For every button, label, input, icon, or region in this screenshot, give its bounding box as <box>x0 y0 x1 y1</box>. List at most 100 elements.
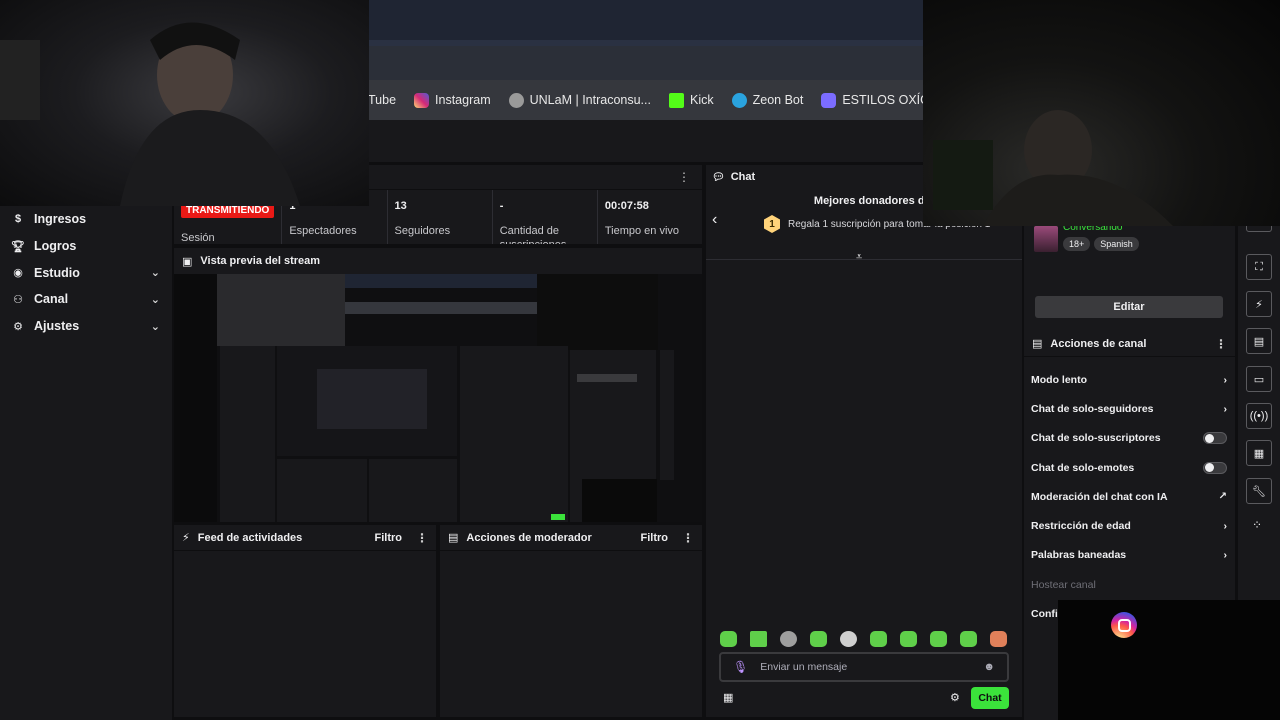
browser-page-top <box>368 120 924 162</box>
subscribers-only-toggle[interactable] <box>1203 432 1227 445</box>
channel-actions: ▤ Acciones de canal ⋮ Modo lento › Chat d… <box>1024 331 1235 629</box>
lightning-icon[interactable]: ⚡︎ <box>1246 291 1272 317</box>
sidebar-item-ajustes[interactable]: ⚙ Ajustes ⌄ <box>0 313 172 340</box>
action-palabras-baneadas[interactable]: Palabras baneadas › <box>1024 541 1235 570</box>
more-options-icon[interactable]: ⋮ <box>682 531 694 545</box>
sidebar-item-estudio[interactable]: ◉ Estudio ⌄ <box>0 259 172 286</box>
studio-icon: ◉ <box>13 267 23 280</box>
action-solo-seguidores[interactable]: Chat de solo-seguidores › <box>1024 394 1235 423</box>
bookmark-zeon-bot[interactable]: Zeon Bot <box>731 92 803 108</box>
emote-icon[interactable] <box>720 631 737 647</box>
bookmark-instagram[interactable]: Instagram <box>414 92 491 108</box>
mod-filter-button[interactable]: Filtro <box>641 532 669 544</box>
instagram-icon <box>1111 612 1137 638</box>
chat-bubble-icon[interactable]: ▭ <box>1246 366 1272 392</box>
action-modo-lento[interactable]: Modo lento › <box>1024 365 1235 394</box>
bookmark-estilos[interactable]: ESTILOS OXÍGENO <box>821 92 924 108</box>
gear-icon[interactable]: ⚙ <box>950 691 960 704</box>
action-solo-suscriptores: Chat de solo-suscriptores <box>1024 424 1235 453</box>
chat-send-button[interactable]: Chat <box>971 687 1009 709</box>
telegram-icon <box>731 92 747 108</box>
emote-icon[interactable] <box>840 631 857 647</box>
document-icon: ▤ <box>1032 338 1043 350</box>
rank-badge: 1 <box>764 215 780 233</box>
more-options-icon[interactable]: ⋮ <box>416 531 428 545</box>
tag-pill[interactable]: Spanish <box>1094 237 1139 251</box>
emote-icon[interactable] <box>780 631 797 647</box>
more-options-icon[interactable]: ⋮ <box>1215 337 1227 351</box>
heart-icon <box>821 92 837 108</box>
gear-icon: ⚙ <box>13 320 23 333</box>
chevron-left-icon[interactable]: ‹ <box>712 211 717 229</box>
emoji-icon[interactable]: ☻ <box>983 661 995 673</box>
preview-icon: ▣ <box>182 255 193 268</box>
chevron-right-icon: › <box>1223 402 1228 415</box>
microphone-icon[interactable]: 🎙︎ <box>733 660 748 674</box>
bookmarks-bar: Tube Instagram UNLaM | Intraconsu... Kic… <box>368 80 924 120</box>
broadcast-icon[interactable]: ((•)) <box>1246 403 1272 429</box>
chat-bubble-icon: 💬︎ <box>712 171 725 183</box>
chat-divider <box>706 259 1022 260</box>
emotes-only-toggle[interactable] <box>1203 461 1227 474</box>
money-icon: $ <box>14 213 22 226</box>
tag-pill[interactable]: 18+ <box>1063 237 1091 251</box>
action-restriccion-edad[interactable]: Restricción de edad › <box>1024 511 1235 540</box>
action-solo-emotes: Chat de solo-emotes <box>1024 453 1235 482</box>
mod-actions-panel: ▤ Acciones de moderador Filtro ⋮ <box>440 525 702 717</box>
stat-subscriptions: - Cantidad de suscripciones <box>493 190 598 244</box>
stat-followers: 13 Seguidores <box>388 190 493 244</box>
document-icon[interactable]: ▤ <box>1246 328 1272 354</box>
stream-preview-margin <box>174 274 217 522</box>
chevron-down-icon: ⌄ <box>150 293 160 306</box>
stat-live-time: 00:07:58 Tiempo en vivo <box>604 200 680 237</box>
webcam-room-scene <box>933 110 1173 226</box>
chat-panel: 💬︎ Chat Mejores donadores de la sema ‹ ›… <box>706 165 1022 717</box>
tag-list: 18+ Spanish <box>1063 237 1139 251</box>
stream-preview-header: ▣ Vista previa del stream <box>174 248 702 274</box>
activity-filter-button[interactable]: Filtro <box>375 532 403 544</box>
stream-preview-thumbnail <box>217 274 674 522</box>
action-moderacion-ia[interactable]: Moderación del chat con IA ↗ <box>1024 482 1235 511</box>
sidebar-item-canal[interactable]: ⚇ Canal ⌄ <box>0 286 172 313</box>
quick-actions-bar: ⛶ ⚡︎ ▤ ▭ ((•)) ▦ 🔧︎ ⁘ <box>1238 222 1280 606</box>
clip-icon[interactable]: ⛶ <box>1246 254 1272 280</box>
chevron-right-icon: › <box>1223 549 1228 562</box>
bookmark-kick[interactable]: Kick <box>668 92 714 108</box>
chat-input-placeholder: Enviar un mensaje <box>760 661 848 673</box>
edit-stream-info-button[interactable]: Editar <box>1035 296 1223 318</box>
bookmark-unlam[interactable]: UNLaM | Intraconsu... <box>508 92 651 108</box>
emote-icon[interactable] <box>900 631 917 647</box>
collapse-icon[interactable]: ⩡ <box>856 251 862 264</box>
browser-toolbar <box>368 0 924 40</box>
add-action-icon[interactable]: ⁘ <box>1252 518 1262 532</box>
store-icon[interactable]: ▦ <box>1246 440 1272 466</box>
social-overlay <box>1058 600 1280 720</box>
emote-icon[interactable] <box>750 631 767 647</box>
chevron-down-icon: ⌄ <box>150 320 160 333</box>
webcam-overlay-secondary <box>923 0 1280 226</box>
creator-sidebar: $ Ingresos 🏆︎ Logros ◉ Estudio ⌄ ⚇ Canal ⌄ ⚙ Aj… <box>0 206 172 720</box>
bookmark-youtube[interactable]: Tube <box>368 93 396 107</box>
kick-icon <box>668 92 684 108</box>
lightning-icon: ⚡︎ <box>182 532 190 544</box>
emote-icon[interactable] <box>810 631 827 647</box>
trophy-icon: 🏆︎ <box>11 240 25 253</box>
emote-icon[interactable] <box>930 631 947 647</box>
emote-icon[interactable] <box>960 631 977 647</box>
sidebar-item-logros[interactable]: 🏆︎ Logros <box>0 233 172 260</box>
stream-preview-video[interactable] <box>217 274 702 522</box>
webcam-overlay-main <box>0 0 369 206</box>
channel-icon: ⚇ <box>13 293 23 306</box>
wrench-icon[interactable]: 🔧︎ <box>1246 478 1272 504</box>
emote-icon[interactable] <box>990 631 1007 647</box>
emote-bar <box>720 631 1007 647</box>
emote-icon[interactable] <box>870 631 887 647</box>
chat-title: Chat <box>730 171 756 183</box>
action-hostear-canal[interactable]: Hostear canal <box>1024 570 1235 599</box>
store-icon[interactable]: ▦ <box>723 691 733 704</box>
chat-message-input[interactable]: 🎙︎ Enviar un mensaje ☻ <box>719 652 1009 682</box>
sidebar-item-ingresos[interactable]: $ Ingresos <box>0 206 172 233</box>
more-options-icon[interactable]: ⋮ <box>678 170 690 184</box>
chevron-right-icon: › <box>1223 520 1228 533</box>
chevron-down-icon: ⌄ <box>150 267 160 280</box>
